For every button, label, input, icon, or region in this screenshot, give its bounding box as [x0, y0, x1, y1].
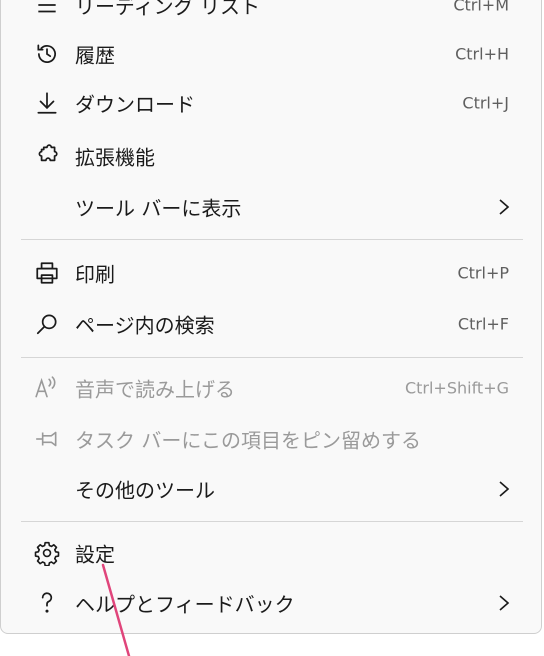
menu-item-more-tools[interactable]: その他のツール — [1, 464, 541, 514]
menu-item-label: タスク バーにこの項目をピン留めする — [75, 428, 421, 453]
menu-item-label: 拡張機能 — [75, 145, 155, 170]
print-icon — [31, 257, 63, 289]
menu-item-label: その他のツール — [75, 478, 215, 503]
menu-item-label: 印刷 — [75, 262, 115, 287]
menu-item-help-feedback[interactable]: ヘルプとフィードバック — [1, 578, 541, 628]
menu-item-shortcut: Ctrl+J — [462, 93, 509, 113]
menu-item-label: ページ内の検索 — [75, 313, 215, 338]
menu-separator — [21, 521, 523, 522]
search-icon — [31, 308, 63, 340]
pin-icon — [31, 423, 63, 455]
menu-item-print[interactable]: 印刷 Ctrl+P — [1, 248, 541, 298]
chevron-right-icon — [499, 595, 510, 611]
menu-item-settings[interactable]: 設定 — [1, 528, 541, 578]
chevron-right-icon — [499, 199, 510, 215]
menu-item-shortcut: Ctrl+H — [455, 44, 509, 64]
reading-list-icon — [31, 0, 63, 21]
menu-item-show-in-toolbar[interactable]: ツール バーに表示 — [1, 182, 541, 232]
menu-item-pin-to-taskbar: タスク バーにこの項目をピン留めする — [1, 414, 541, 464]
history-icon — [31, 38, 63, 70]
gear-icon — [31, 537, 63, 569]
menu-item-shortcut: Ctrl+M — [453, 0, 509, 15]
download-icon — [31, 87, 63, 119]
menu-item-label: リーディング リスト — [75, 0, 260, 19]
menu-item-shortcut: Ctrl+P — [457, 263, 509, 283]
menu-item-label: ダウンロード — [75, 92, 195, 117]
menu-item-extensions[interactable]: 拡張機能 — [1, 131, 541, 181]
read-aloud-icon — [31, 372, 63, 404]
menu-separator — [21, 239, 523, 240]
menu-separator — [21, 357, 523, 358]
menu-item-reading-list[interactable]: リーディング リスト Ctrl+M — [1, 0, 541, 30]
help-icon — [31, 587, 63, 619]
menu-item-shortcut: Ctrl+F — [457, 314, 509, 334]
menu-item-read-aloud: 音声で読み上げる Ctrl+Shift+G — [1, 363, 541, 413]
menu-item-shortcut: Ctrl+Shift+G — [404, 378, 509, 398]
browser-menu: リーディング リスト Ctrl+M 履歴 Ctrl+H ダウンロード Ctrl+… — [0, 0, 542, 634]
chevron-right-icon — [499, 481, 510, 497]
extensions-icon — [31, 140, 63, 172]
menu-item-label: 設定 — [75, 542, 115, 567]
menu-item-label: ツール バーに表示 — [75, 196, 242, 221]
menu-item-history[interactable]: 履歴 Ctrl+H — [1, 29, 541, 79]
menu-item-label: ヘルプとフィードバック — [75, 592, 295, 617]
menu-item-label: 履歴 — [75, 43, 115, 68]
menu-item-downloads[interactable]: ダウンロード Ctrl+J — [1, 78, 541, 128]
menu-item-label: 音声で読み上げる — [75, 377, 235, 402]
menu-item-find-on-page[interactable]: ページ内の検索 Ctrl+F — [1, 299, 541, 349]
